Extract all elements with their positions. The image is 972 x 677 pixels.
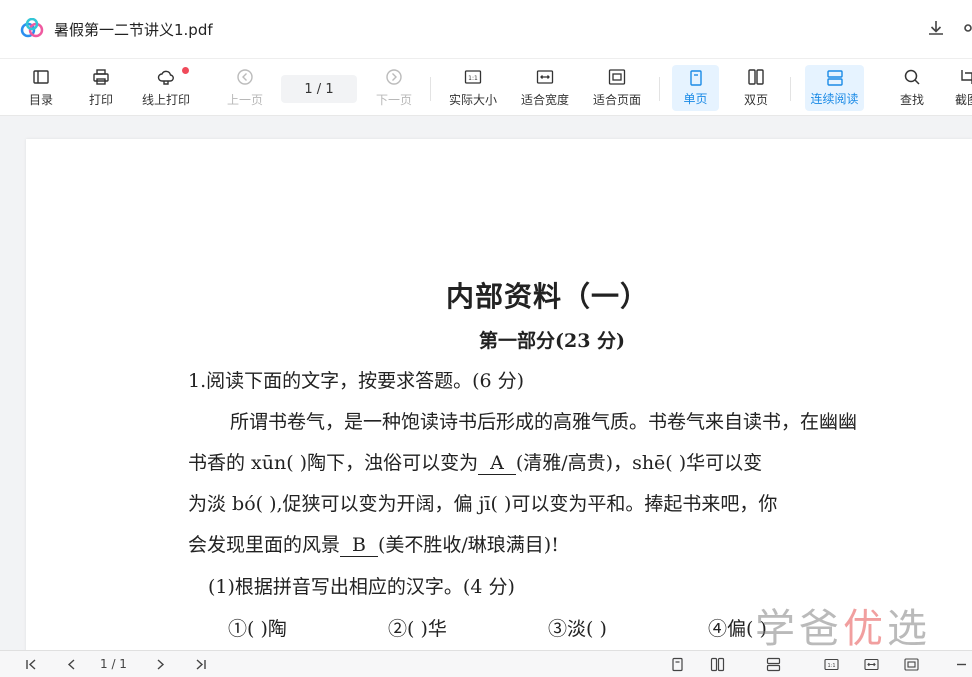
search-icon bbox=[904, 69, 920, 85]
title-bar: 暑假第一二节讲义1.pdf bbox=[0, 0, 972, 58]
blank-a: A bbox=[478, 452, 516, 475]
line-2-part-a: 书香的 xūn( )陶下，浊俗可以变为 bbox=[188, 452, 479, 474]
line-4-part-a: 会发现里面的风景 bbox=[188, 534, 341, 556]
blank-b: B bbox=[340, 534, 378, 557]
paragraph-line-4: 会发现里面的风景 B (美不胜收/琳琅满目)! bbox=[188, 530, 559, 557]
arrow-left-circle-icon bbox=[237, 69, 253, 85]
line-2-part-b: (清雅/高贵)，shē( )华可以变 bbox=[515, 452, 763, 474]
double-page-button[interactable]: 双页 bbox=[738, 59, 774, 117]
watermark-logo: 学爸优选 bbox=[755, 606, 931, 652]
double-page-icon bbox=[748, 69, 764, 85]
first-page-icon[interactable] bbox=[24, 657, 39, 672]
zoom-out-icon[interactable] bbox=[954, 657, 969, 672]
option-3: ③淡( ) bbox=[548, 618, 607, 640]
notification-badge bbox=[182, 67, 189, 74]
fit-width-label: 适合宽度 bbox=[520, 93, 569, 107]
single-page-view-icon[interactable] bbox=[670, 657, 685, 672]
status-page-indicator: 1 / 1 bbox=[100, 657, 127, 671]
fit-page-icon bbox=[608, 69, 626, 85]
toolbar-divider bbox=[790, 77, 791, 101]
print-button[interactable]: 打印 bbox=[86, 59, 116, 117]
last-page-icon[interactable] bbox=[193, 657, 208, 672]
prev-page-label: 上一页 bbox=[226, 93, 263, 107]
continuous-reading-label: 连续阅读 bbox=[810, 92, 859, 106]
fit-width-icon bbox=[536, 70, 554, 84]
prev-page-button[interactable]: 上一页 bbox=[225, 59, 265, 117]
print-label: 打印 bbox=[88, 93, 113, 107]
double-page-view-icon[interactable] bbox=[710, 657, 725, 672]
next-page-button[interactable]: 下一页 bbox=[374, 59, 414, 117]
document-subheading: 第一部分(23 分) bbox=[479, 330, 626, 352]
toc-label: 目录 bbox=[28, 93, 53, 107]
find-button[interactable]: 查找 bbox=[897, 59, 927, 117]
actual-size-button[interactable]: 1:1 实际大小 bbox=[447, 59, 499, 117]
fit-page-button[interactable]: 适合页面 bbox=[590, 59, 644, 117]
online-print-label: 线上打印 bbox=[141, 93, 190, 107]
actual-size-label: 实际大小 bbox=[448, 93, 497, 107]
screenshot-button[interactable]: 截图 bbox=[952, 59, 972, 117]
continuous-view-icon[interactable] bbox=[766, 657, 781, 672]
continuous-reading-icon bbox=[826, 70, 843, 86]
question-1: 1.阅读下面的文字，按要求答题。(6 分) bbox=[188, 370, 525, 392]
screenshot-label: 截图 bbox=[954, 93, 972, 107]
pdf-page: 内部资料（一） 第一部分(23 分) 1.阅读下面的文字，按要求答题。(6 分)… bbox=[26, 139, 972, 650]
paragraph-line-1: 所谓书卷气，是一种饱读诗书后形成的高雅气质。书卷气来自读书，在幽幽 bbox=[230, 411, 858, 433]
paragraph-line-2: 书香的 xūn( )陶下，浊俗可以变为 A (清雅/高贵)，shē( )华可以变 bbox=[188, 448, 762, 475]
download-icon[interactable] bbox=[926, 18, 946, 38]
next-page-icon[interactable] bbox=[153, 657, 168, 672]
document-title: 暑假第一二节讲义1.pdf bbox=[54, 21, 213, 39]
continuous-reading-button[interactable]: 连续阅读 bbox=[805, 65, 864, 111]
single-page-label: 单页 bbox=[683, 92, 708, 106]
toolbar-divider bbox=[659, 77, 660, 101]
cloud-printer-icon bbox=[157, 70, 174, 85]
status-bar: 1 / 1 1:1 bbox=[0, 650, 972, 677]
toolbar: 目录 打印 线上打印 上一页 1 / 1 下一页 1:1 实际大小 适合宽度 适… bbox=[0, 58, 972, 116]
find-label: 查找 bbox=[899, 93, 924, 107]
more-icon[interactable] bbox=[960, 18, 972, 38]
svg-text:1:1: 1:1 bbox=[827, 663, 835, 669]
printer-icon bbox=[93, 69, 109, 85]
fit-width-button[interactable]: 适合宽度 bbox=[518, 59, 572, 117]
paragraph-line-3: 为淡 bó( ),促狭可以变为开阔，偏 jī( )可以变为平和。捧起书来吧，你 bbox=[188, 493, 778, 515]
line-4-part-b: (美不胜收/琳琅满目)! bbox=[377, 534, 559, 556]
document-heading: 内部资料（一） bbox=[446, 280, 650, 313]
arrow-right-circle-icon bbox=[386, 69, 402, 85]
document-viewer[interactable]: 内部资料（一） 第一部分(23 分) 1.阅读下面的文字，按要求答题。(6 分)… bbox=[0, 117, 972, 650]
fit-page-view-icon[interactable] bbox=[904, 657, 919, 672]
next-page-label: 下一页 bbox=[375, 93, 412, 107]
toc-button[interactable]: 目录 bbox=[26, 59, 56, 117]
option-1: ①( )陶 bbox=[228, 618, 287, 640]
double-page-label: 双页 bbox=[743, 93, 768, 107]
prev-page-icon[interactable] bbox=[64, 657, 79, 672]
single-page-icon bbox=[689, 70, 702, 86]
actual-size-icon: 1:1 bbox=[464, 70, 482, 84]
single-page-button[interactable]: 单页 bbox=[672, 65, 719, 111]
toc-icon bbox=[33, 70, 49, 84]
actual-size-view-icon[interactable]: 1:1 bbox=[824, 657, 839, 672]
svg-text:1:1: 1:1 bbox=[468, 75, 478, 82]
option-2: ②( )华 bbox=[388, 618, 447, 640]
page-number-input[interactable]: 1 / 1 bbox=[281, 75, 357, 103]
fit-width-view-icon[interactable] bbox=[864, 657, 879, 672]
app-logo-icon bbox=[20, 18, 44, 38]
scissors-icon bbox=[961, 70, 972, 84]
toolbar-divider bbox=[430, 77, 431, 101]
fit-page-label: 适合页面 bbox=[592, 93, 641, 107]
sub-question-1: (1)根据拼音写出相应的汉字。(4 分) bbox=[208, 576, 515, 598]
